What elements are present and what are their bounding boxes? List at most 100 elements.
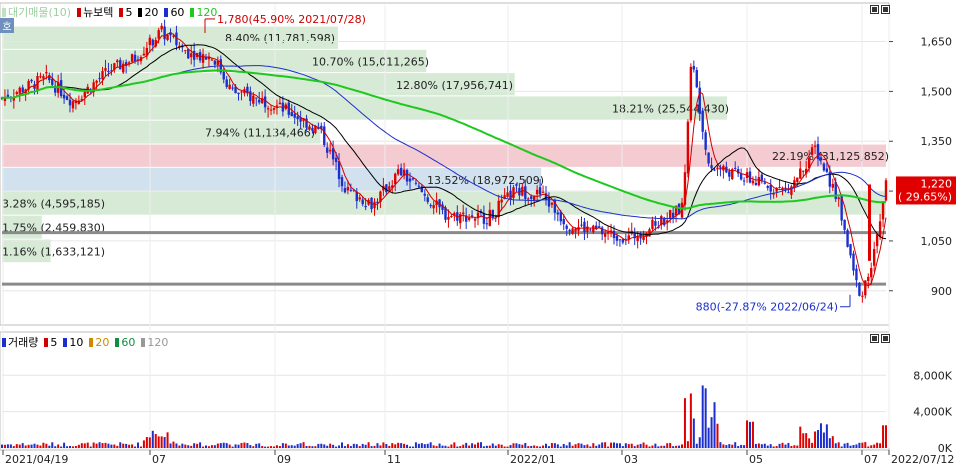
candle-body	[408, 178, 412, 182]
legend-volume[interactable]: 거래량	[2, 334, 38, 350]
legend-item-ma60[interactable]: 60	[164, 6, 184, 19]
candle-body	[766, 186, 769, 188]
candle-body	[603, 233, 607, 237]
volume-bar	[799, 426, 802, 448]
price-panel-close-button[interactable]	[881, 5, 890, 14]
candle-body	[190, 53, 193, 58]
volume-bar	[125, 443, 128, 448]
candle-body	[414, 182, 418, 184]
volume-bar	[796, 445, 799, 448]
candle-body	[760, 174, 764, 181]
volume-bar	[521, 444, 524, 448]
candle-body	[547, 197, 551, 207]
volume-bar	[527, 446, 530, 448]
candle-body	[872, 249, 876, 266]
supply-zone-label: 10.70% (15,011,265)	[312, 55, 429, 68]
candle-body	[763, 182, 766, 184]
candle-body	[104, 68, 107, 71]
volume-bar	[645, 444, 648, 448]
volume-bar	[781, 442, 784, 448]
volume-bar	[834, 443, 837, 448]
volume-bar	[426, 443, 429, 448]
volume-bar	[550, 443, 553, 448]
volume-axis-label: 4,000K	[913, 406, 952, 419]
candle-body	[62, 94, 66, 99]
volume-bar	[852, 445, 855, 448]
volume-bar	[131, 444, 134, 448]
candle-body	[346, 187, 350, 191]
supply-zone-bar	[2, 191, 886, 215]
candle-body	[323, 126, 326, 146]
candle-body	[728, 171, 731, 177]
volume-bar	[450, 444, 453, 448]
volume-bar	[515, 443, 518, 448]
candle-body	[334, 157, 338, 163]
legend-vol-ma120[interactable]: 120	[141, 336, 168, 349]
x-axis-label: 2021/04/19	[5, 453, 68, 466]
volume-bar	[394, 444, 397, 448]
volume-bar	[1, 444, 3, 448]
legend-item-ma20[interactable]: 20	[138, 6, 158, 19]
side-tab[interactable]: 호	[0, 18, 14, 33]
candle-body	[689, 66, 693, 121]
volume-panel-maximize-button[interactable]	[870, 334, 879, 343]
volume-bar	[438, 443, 441, 448]
volume-bar	[746, 420, 749, 448]
volume-bar	[187, 445, 190, 448]
volume-bar	[95, 443, 98, 448]
volume-bar	[731, 444, 734, 448]
volume-bar	[222, 442, 225, 448]
candle-body	[417, 185, 421, 187]
candle-body	[707, 152, 710, 164]
legend-vol-ma5[interactable]: 5	[44, 336, 57, 349]
volume-bar	[471, 443, 474, 448]
volume-bar	[559, 446, 562, 448]
candle-body	[527, 198, 530, 200]
volume-bar	[618, 443, 621, 448]
price-panel-maximize-button[interactable]	[870, 5, 879, 14]
volume-bar	[459, 446, 462, 448]
volume-bar	[846, 442, 849, 448]
volume-bar	[565, 445, 568, 448]
candle-body	[796, 177, 799, 182]
volume-bar	[122, 443, 125, 448]
volume-bar	[873, 444, 876, 448]
legend-item-label: 120	[147, 335, 169, 349]
volume-bar	[613, 442, 615, 448]
candle-body	[399, 167, 403, 176]
volume-bar	[689, 393, 692, 448]
legend-item-ma120[interactable]: 120	[190, 6, 217, 19]
volume-bar	[163, 437, 166, 448]
volume-bar	[3, 444, 6, 448]
legend-vol-ma20[interactable]: 20	[89, 336, 109, 349]
volume-bar	[683, 398, 686, 448]
volume-bar	[790, 445, 793, 448]
legend-item-stock[interactable]: 뉴보텍	[77, 4, 113, 20]
candle-body	[21, 87, 24, 93]
legend-supply-label: 대기매물(10)	[8, 6, 72, 19]
volume-bar	[332, 444, 335, 448]
candle-body	[813, 145, 817, 147]
candle-body	[491, 209, 494, 218]
candle-body	[802, 170, 805, 172]
volume-bar	[255, 443, 258, 448]
candle-body	[716, 167, 719, 170]
candle-body	[411, 178, 415, 180]
volume-bar	[615, 443, 618, 448]
volume-bar	[512, 443, 515, 448]
volume-bar	[808, 438, 811, 448]
legend-item-ma5[interactable]: 5	[119, 6, 132, 19]
volume-bar	[142, 440, 145, 448]
legend-vol-ma10[interactable]: 10	[63, 336, 83, 349]
volume-bar	[530, 445, 533, 448]
legend-vol-ma60[interactable]: 60	[115, 336, 135, 349]
volume-bar	[817, 430, 819, 448]
volume-bar	[39, 445, 42, 448]
volume-panel-close-button[interactable]	[881, 334, 890, 343]
candle-body	[586, 226, 589, 232]
volume-bar	[178, 445, 181, 448]
candle-body	[65, 96, 69, 100]
volume-bar	[432, 445, 435, 448]
volume-bar	[672, 446, 675, 448]
volume-bar	[825, 424, 828, 448]
